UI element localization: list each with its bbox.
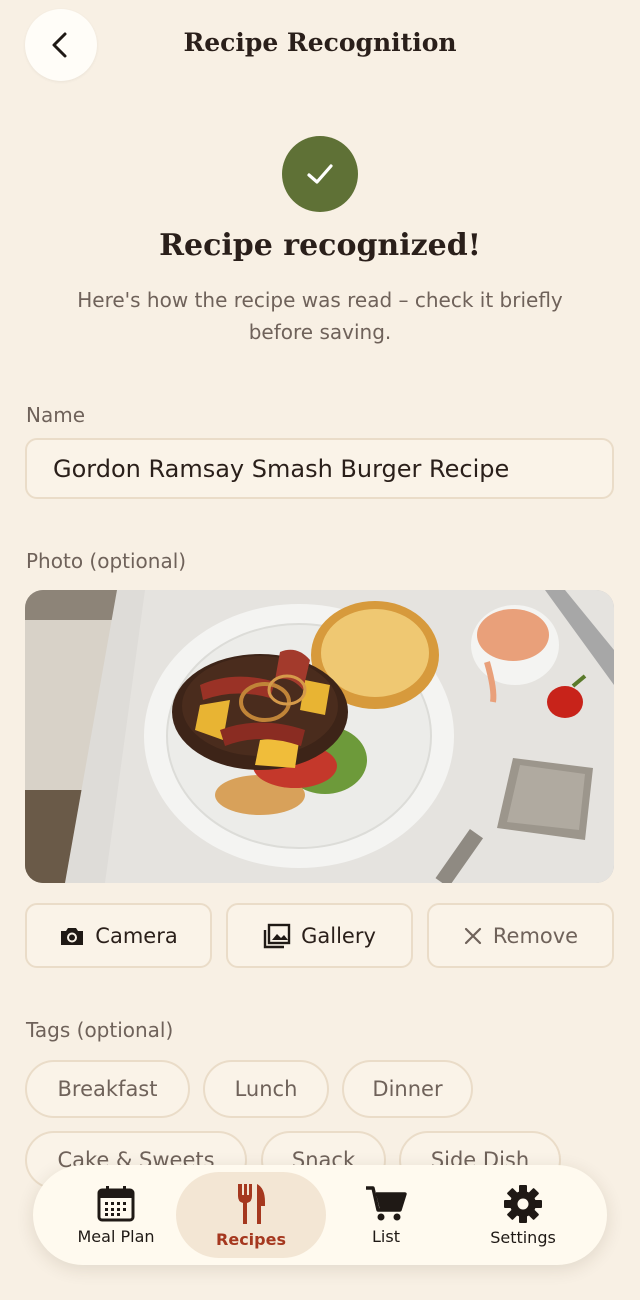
camera-button[interactable]: Camera <box>25 903 212 968</box>
gallery-button-label: Gallery <box>301 923 376 948</box>
camera-button-label: Camera <box>95 923 178 948</box>
recipe-recognition-screen: Recipe Recognition Recipe recognized! He… <box>0 0 640 1300</box>
nav-item-meal-plan[interactable]: Meal Plan <box>41 1172 191 1258</box>
page-title: Recipe Recognition <box>183 28 457 57</box>
remove-button-label: Remove <box>492 923 579 948</box>
name-label: Name <box>26 403 86 427</box>
success-badge <box>282 136 358 212</box>
name-field[interactable]: Gordon Ramsay Smash Burger Recipe <box>25 438 614 499</box>
calendar-icon <box>97 1185 135 1221</box>
camera-icon <box>61 927 84 945</box>
nav-label: Meal Plan <box>77 1226 155 1246</box>
tag-chip[interactable]: Lunch <box>203 1060 329 1118</box>
name-field-value: Gordon Ramsay Smash Burger Recipe <box>53 454 510 483</box>
fork-knife-icon <box>238 1183 265 1224</box>
tags-label: Tags (optional) <box>26 1018 174 1042</box>
success-title: Recipe recognized! <box>159 228 481 263</box>
nav-label: List <box>372 1226 400 1246</box>
gear-icon <box>504 1184 542 1223</box>
nav-item-list[interactable]: List <box>311 1172 461 1258</box>
remove-photo-button[interactable]: Remove <box>427 903 614 968</box>
recipe-photo <box>25 590 614 883</box>
tag-label: Lunch <box>234 1077 298 1101</box>
nav-item-settings[interactable]: Settings <box>448 1172 598 1258</box>
nav-item-recipes[interactable]: Recipes <box>176 1172 326 1258</box>
bottom-nav: Meal Plan Recipes List Settings <box>33 1165 607 1265</box>
tag-chip[interactable]: Dinner <box>342 1060 473 1118</box>
gallery-icon <box>263 923 291 948</box>
nav-label: Settings <box>490 1227 556 1247</box>
success-subtitle: Here's how the recipe was read – check i… <box>77 288 563 344</box>
gallery-button[interactable]: Gallery <box>226 903 413 968</box>
tag-label: Breakfast <box>57 1077 158 1101</box>
cart-icon <box>366 1185 407 1220</box>
tag-label: Dinner <box>372 1077 443 1101</box>
photo-label: Photo (optional) <box>26 549 187 573</box>
tag-chip[interactable]: Breakfast <box>25 1060 190 1118</box>
checkmark-icon <box>307 164 333 184</box>
close-icon <box>464 927 481 944</box>
nav-label: Recipes <box>216 1229 286 1249</box>
